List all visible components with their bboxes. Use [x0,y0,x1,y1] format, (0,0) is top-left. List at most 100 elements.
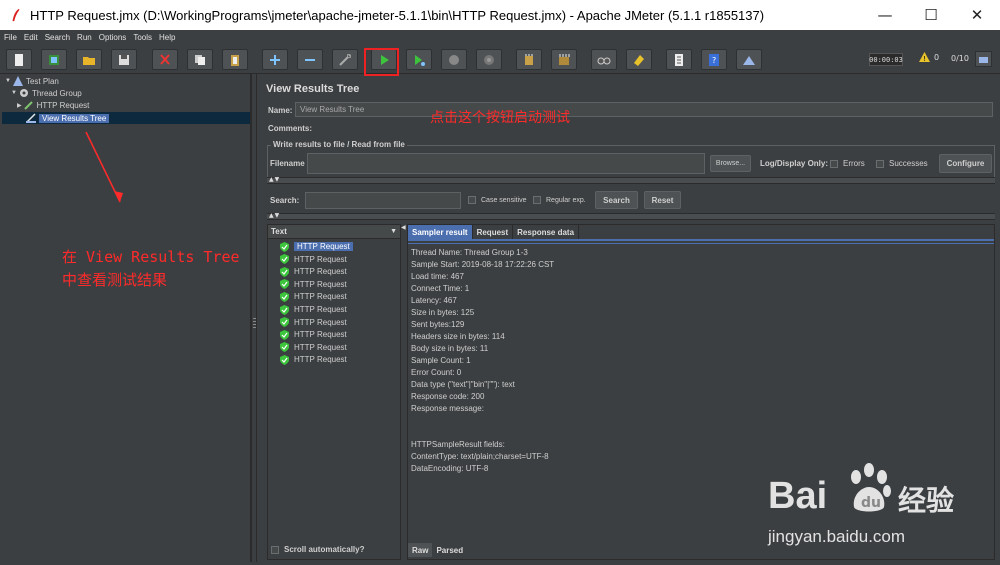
expand-arrow-icon[interactable]: ▼ [5,78,11,84]
copy-button[interactable] [187,49,213,70]
remote-button[interactable] [736,49,762,70]
result-list-item[interactable]: HTTP Request [280,241,353,252]
engine-icon [979,56,988,63]
result-list-item[interactable]: HTTP Request [280,291,347,302]
reset-button[interactable]: Reset [644,191,681,209]
binoculars-icon [597,57,611,64]
sampler-result-line: Sent bytes:129 [411,320,465,329]
warning-indicator[interactable]: ! 0 [919,52,939,62]
collapse-all-button[interactable] [297,49,323,70]
expand-arrow-icon[interactable]: ▼ [11,90,17,96]
stop-icon [449,54,459,65]
tree-node-thread-group[interactable]: ▼ Thread Group [11,87,82,99]
close-button[interactable]: ✕ [954,0,1000,30]
remote-engines-button[interactable] [975,51,992,67]
search-button-toolbar[interactable] [591,49,617,70]
maximize-button[interactable]: ☐ [908,0,954,30]
shutdown-icon [484,54,494,65]
help-button[interactable]: ? [701,49,727,70]
tree-node-view-results-tree[interactable]: View Results Tree [2,112,250,124]
splitter-grip[interactable] [253,318,256,328]
case-sensitive-checkbox[interactable]: Case sensitive [468,196,527,204]
reset-search-button[interactable] [626,49,652,70]
collapse-left-arrow-icon[interactable]: ◀ [401,224,406,231]
regular-exp-checkbox[interactable]: Regular exp. [533,196,586,204]
new-button[interactable] [6,49,32,70]
scissors-icon [160,53,170,65]
scroll-automatically-checkbox[interactable]: Scroll automatically? [271,545,364,554]
open-button[interactable] [76,49,102,70]
tab-response-data[interactable]: Response data [513,225,580,239]
tab-raw[interactable]: Raw [408,543,433,557]
annotation-arrow [85,131,123,203]
checkbox-box[interactable] [271,545,279,554]
expand-all-button[interactable] [262,49,288,70]
result-list-item[interactable]: HTTP Request [280,254,347,265]
baidu-paw-icon: du [851,463,891,512]
success-shield-icon [280,279,289,290]
clear-all-button[interactable] [551,49,577,70]
tree-node-http-request[interactable]: ▶ HTTP Request [17,99,89,111]
templates-button[interactable] [41,49,67,70]
collapse-arrows-icon[interactable]: ▲▼ [269,212,280,219]
collapse-divider-top[interactable]: ▲▼ [267,176,995,184]
configure-button[interactable]: Configure [939,154,992,173]
annotation-highlight-box [364,48,399,76]
tree-label-view-results-tree: View Results Tree [39,113,110,123]
toggle-button[interactable] [332,49,358,70]
name-input[interactable]: View Results Tree [295,102,993,117]
shutdown-button[interactable] [476,49,502,70]
search-input[interactable] [305,192,461,209]
search-button[interactable]: Search [595,191,638,209]
filename-input[interactable] [307,153,705,174]
start-no-timers-button[interactable] [406,49,432,70]
cut-button[interactable] [152,49,178,70]
checkbox-box[interactable] [533,196,541,204]
result-list-item[interactable]: HTTP Request [280,354,347,365]
tree-node-test-plan[interactable]: ▼ Test Plan [5,75,59,87]
window-titlebar: HTTP Request.jmx (D:\WorkingPrograms\jme… [0,0,1000,30]
collapse-arrows-icon[interactable]: ▲▼ [269,176,280,183]
result-list-item[interactable]: HTTP Request [280,329,347,340]
successes-label: Successes [889,159,928,168]
collapse-arrow-icon[interactable]: ▶ [17,102,22,109]
test-plan-icon [12,76,23,86]
pane-splitter[interactable] [251,74,257,562]
clear-button[interactable] [516,49,542,70]
copy-icon [195,54,205,65]
collapse-divider-bottom[interactable]: ▲▼ [267,212,995,220]
tab-sampler-result[interactable]: Sampler result [408,225,473,239]
log-display-only-label: Log/Display Only: [760,159,829,168]
function-helper-button[interactable] [666,49,692,70]
tab-underline [408,239,994,241]
result-list-item[interactable]: HTTP Request [280,317,347,328]
result-list-item[interactable]: HTTP Request [280,266,347,277]
result-list-item[interactable]: HTTP Request [280,279,347,290]
checkbox-box[interactable] [830,159,838,168]
save-button[interactable] [111,49,137,70]
menu-help[interactable]: Help [159,33,175,42]
browse-button[interactable]: Browse... [710,155,751,172]
dropdown-arrow-icon[interactable]: ▼ [390,228,397,235]
checkbox-box[interactable] [876,159,884,168]
results-list-header[interactable]: Text ▼ [268,225,400,239]
menu-file[interactable]: File [4,33,17,42]
menu-edit[interactable]: Edit [24,33,38,42]
menu-options[interactable]: Options [99,33,127,42]
tab-parsed[interactable]: Parsed [432,543,467,557]
paste-button[interactable] [222,49,248,70]
result-item-label: HTTP Request [294,355,347,365]
tab-request[interactable]: Request [473,225,514,239]
menu-run[interactable]: Run [77,33,92,42]
errors-checkbox[interactable]: Errors [830,159,865,168]
successes-checkbox[interactable]: Successes [876,159,928,168]
comments-input[interactable] [316,121,993,134]
checkbox-box[interactable] [468,196,476,204]
gear-icon [19,88,29,98]
stop-button[interactable] [441,49,467,70]
result-list-item[interactable]: HTTP Request [280,342,347,353]
menu-search[interactable]: Search [45,33,70,42]
result-list-item[interactable]: HTTP Request [280,304,347,315]
minimize-button[interactable]: — [862,0,908,30]
menu-tools[interactable]: Tools [133,33,152,42]
